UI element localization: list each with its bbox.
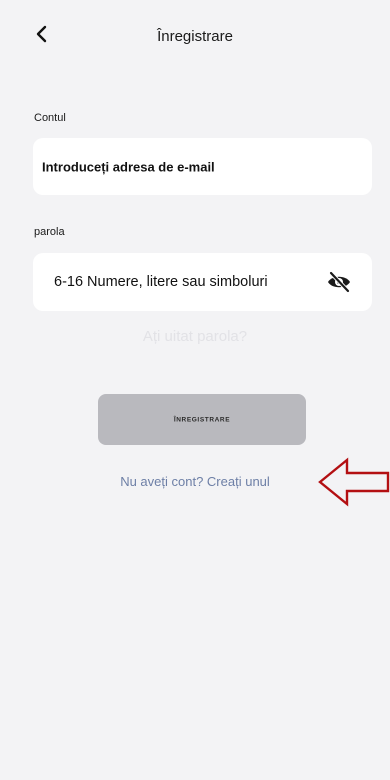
register-button[interactable]: Înregistrare: [98, 394, 306, 445]
page-title: Înregistrare: [157, 28, 233, 45]
account-label: Contul: [34, 112, 66, 124]
email-field[interactable]: Introduceți adresa de e-mail: [33, 138, 372, 195]
header: Înregistrare: [0, 18, 390, 58]
eye-off-icon[interactable]: [326, 271, 352, 293]
password-placeholder: 6-16 Numere, litere sau simboluri: [54, 274, 268, 290]
login-screen: Înregistrare Contul Introduceți adresa d…: [0, 0, 390, 780]
password-label: parola: [34, 226, 65, 238]
left-arrow-annotation-icon: [318, 457, 390, 507]
forgot-password-link[interactable]: Ați uitat parola?: [0, 328, 390, 345]
email-placeholder: Introduceți adresa de e-mail: [42, 159, 215, 174]
register-button-label: Înregistrare: [173, 416, 231, 423]
password-field[interactable]: 6-16 Numere, litere sau simboluri: [33, 253, 372, 311]
